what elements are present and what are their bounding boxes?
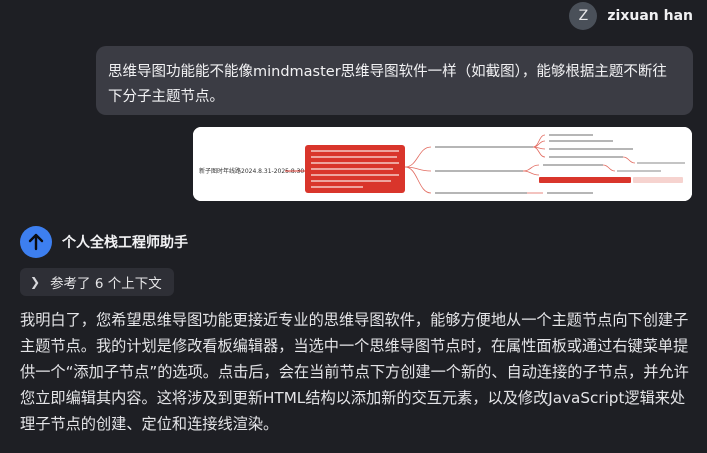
assistant-reply-text: 我明白了，您希望思维导图功能更接近专业的思维导图软件，能够方便地从一个主题节点向… xyxy=(20,311,689,433)
chevron-right-icon: ❯ xyxy=(30,275,41,289)
assistant-reply: 我明白了，您希望思维导图功能更接近专业的思维导图软件，能够方便地从一个主题节点向… xyxy=(20,307,692,437)
user-header: Z zixuan han xyxy=(569,2,693,30)
attachment-thumbnail[interactable]: 新子图时年线路2024.8.31-2025.8.30 xyxy=(193,127,692,201)
assistant-name: 个人全栈工程师助手 xyxy=(62,235,188,251)
user-name: zixuan han xyxy=(607,8,693,24)
chat-page: Z zixuan han 思维导图功能能不能像mindmaster思维导图软件一… xyxy=(0,0,707,453)
user-message-text: 思维导图功能能不能像mindmaster思维导图软件一样（如截图），能够根据主题… xyxy=(108,64,667,105)
context-references-toggle[interactable]: ❯ 参考了 6 个上下文 xyxy=(20,268,174,296)
user-message-bubble: 思维导图功能能不能像mindmaster思维导图软件一样（如截图），能够根据主题… xyxy=(96,46,693,115)
mindmap-screenshot-image: 新子图时年线路2024.8.31-2025.8.30 xyxy=(193,127,692,201)
assistant-header: 个人全栈工程师助手 xyxy=(20,226,188,258)
arrow-up-icon xyxy=(20,226,52,258)
context-label: 参考了 6 个上下文 xyxy=(50,276,162,292)
user-avatar[interactable]: Z xyxy=(569,2,598,30)
